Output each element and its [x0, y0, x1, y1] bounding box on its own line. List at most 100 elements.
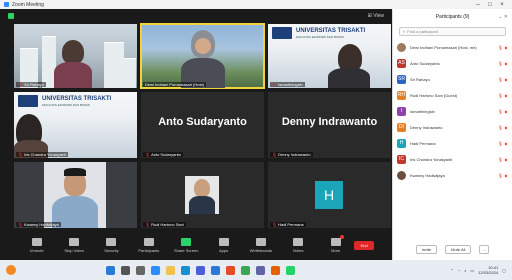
mail-icon[interactable] — [211, 265, 220, 275]
participant-list: Dewi Indriani Purnamasari (Host, me) 🎙 ▶ AS… — [393, 39, 512, 183]
participant-row[interactable]: AS Anto Sudaryanto 🎙 ▶ — [397, 55, 508, 71]
participant-row[interactable]: IC Iris Chandra Yonasyanti 🎙 ▶ — [397, 151, 508, 167]
video-tile[interactable]: 🎙Sri Rahayu — [14, 24, 137, 88]
explorer-icon[interactable] — [166, 265, 175, 275]
chrome-icon[interactable] — [241, 265, 250, 275]
participant-name-tag: 🎙Iris Chandra Yonasyanti — [16, 152, 69, 157]
video-tile[interactable]: 🎙Rudi Hartono Sani — [141, 162, 264, 228]
muted-mic-icon: 🎙 — [497, 156, 503, 162]
video-tile-name-only[interactable]: Anto Sudaryanto 🎙Anto Sudaryanto — [141, 92, 264, 158]
apps-button[interactable]: Apps — [205, 238, 242, 253]
minimize-button[interactable]: – — [472, 2, 484, 8]
mute-all-button[interactable]: Mute All — [445, 245, 472, 254]
participant-display-name: Anto Sudaryanto — [158, 116, 247, 128]
notes-icon — [293, 238, 304, 246]
wifi-icon[interactable]: ◔ — [458, 268, 460, 273]
whiteboards-button[interactable]: Whiteboards — [242, 238, 279, 253]
search-icon[interactable] — [121, 265, 130, 275]
encryption-shield-icon[interactable] — [8, 13, 14, 19]
windows-taskbar: ⌃ ◔ ◖ ▭ 10:41 12/03/2024 ▢ — [0, 260, 512, 280]
store-icon[interactable] — [196, 265, 205, 275]
zoom-app-icon — [4, 2, 9, 7]
participant-row[interactable]: H Hadi Permana 🎙 ▶ — [397, 135, 508, 151]
view-button[interactable]: ⊞ View — [368, 13, 384, 19]
video-off-icon: ▶ — [504, 92, 508, 98]
notification-icon[interactable]: ▢ — [502, 268, 506, 273]
firefox-icon[interactable] — [271, 265, 280, 275]
avatar: RH — [397, 90, 406, 100]
video-off-icon: ▶ — [504, 60, 508, 66]
video-tile-active-speaker[interactable]: Dewi Indriani Purnamasari (Host) — [140, 23, 265, 89]
shield-icon — [106, 238, 117, 246]
stop-video-button[interactable]: Stop Video — [55, 238, 92, 253]
video-off-icon: ▶ — [504, 172, 508, 178]
invite-button[interactable]: Invite — [415, 245, 438, 254]
participant-row[interactable]: Dewi Indriani Purnamasari (Host, me) 🎙 ▶ — [397, 39, 508, 55]
unmute-button[interactable]: Unmute — [18, 238, 55, 253]
whatsapp-icon[interactable] — [286, 265, 295, 275]
video-tile[interactable]: UNIVERSITAS TRISAKTI FAKULTAS EKONOMI DA… — [14, 92, 137, 158]
video-tile[interactable]: UNIVERSITAS TRISAKTI FAKULTAS EKONOMI DA… — [268, 24, 391, 88]
battery-icon[interactable]: ▭ — [470, 268, 474, 273]
muted-mic-icon: 🎙 — [497, 172, 503, 178]
participant-name-tag: Dewi Indriani Purnamasari (Host) — [143, 82, 206, 87]
avatar: SR — [397, 74, 406, 84]
participant-search-input[interactable]: ⌕ Find a participant — [399, 27, 506, 36]
video-tile-name-only[interactable]: Denny Indrawanto 🎙Denny Indrawanto — [268, 92, 391, 158]
participant-name: Ismartiningsih — [410, 108, 435, 114]
start-icon[interactable] — [106, 265, 115, 275]
participant-row[interactable]: SR Sri Rahayu 🎙 ▶ — [397, 71, 508, 87]
participant-name-tag: 🎙Sri Rahayu — [16, 82, 46, 87]
more-button[interactable]: More — [317, 235, 354, 253]
participant-row[interactable]: RH Rudi Hartono Sani (Guest) 🎙 ▶ — [397, 87, 508, 103]
whiteboard-icon — [255, 238, 266, 246]
system-tray: ⌃ ◔ ◖ ▭ 10:41 12/03/2024 ▢ — [450, 265, 506, 275]
participant-row[interactable]: I Ismartiningsih 🎙 ▶ — [397, 103, 508, 119]
muted-mic-icon: 🎙 — [497, 76, 503, 82]
video-tile[interactable]: 🎙Kwanny Hadiwijaya — [14, 162, 137, 228]
meeting-topbar: ⊞ View — [0, 9, 392, 23]
security-button[interactable]: Security — [93, 238, 130, 253]
video-tile-avatar[interactable]: H 🎙Hadi Permana — [268, 162, 391, 228]
clock[interactable]: 10:41 12/03/2024 — [478, 265, 498, 275]
avatar: H — [315, 181, 343, 209]
share-screen-button[interactable]: Share Screen — [168, 238, 205, 253]
video-camera-icon — [69, 238, 80, 246]
window-title: Zoom Meeting — [12, 1, 44, 8]
participant-name: Sri Rahayu — [410, 76, 430, 82]
participants-button[interactable]: Participants — [130, 238, 167, 253]
edge-icon[interactable] — [181, 265, 190, 275]
participant-name-tag: 🎙Rudi Hartono Sani — [143, 222, 186, 227]
participant-name: Iris Chandra Yonasyanti — [410, 156, 453, 162]
tray-chevron-icon[interactable]: ⌃ — [450, 268, 453, 273]
end-meeting-button[interactable]: End — [354, 241, 375, 250]
office-icon[interactable] — [226, 265, 235, 275]
muted-mic-icon: 🎙 — [497, 124, 503, 130]
zoom-icon[interactable] — [151, 265, 160, 275]
muted-mic-icon: 🎙 — [497, 108, 503, 114]
share-screen-icon — [181, 238, 192, 246]
close-button[interactable]: × — [496, 2, 508, 8]
avatar: IC — [397, 154, 406, 164]
participant-name-tag: 🎙Ismartiningsih — [270, 82, 305, 87]
participant-name: Anto Sudaryanto — [410, 60, 440, 66]
more-options-button[interactable]: ... — [479, 245, 490, 254]
participants-panel: Participants (9) ⌄ ✕ ⌕ Find a participan… — [392, 9, 512, 260]
volume-icon[interactable]: ◖ — [464, 268, 466, 273]
maximize-button[interactable]: □ — [484, 2, 496, 8]
participant-name-tag: 🎙Kwanny Hadiwijaya — [16, 222, 61, 227]
notes-button[interactable]: Notes — [280, 238, 317, 253]
video-off-icon: ▶ — [504, 156, 508, 162]
panel-options-icon[interactable]: ⌄ ✕ — [498, 14, 508, 20]
university-logo — [18, 95, 38, 107]
avatar — [397, 42, 406, 52]
participants-panel-header: Participants (9) ⌄ ✕ — [393, 9, 512, 25]
avatar: AS — [397, 58, 406, 68]
participant-row[interactable]: DI Denny Indrawanto 🎙 ▶ — [397, 119, 508, 135]
teams-icon[interactable] — [256, 265, 265, 275]
microphone-icon — [31, 238, 42, 246]
task-view-icon[interactable] — [136, 265, 145, 275]
video-off-icon: ▶ — [504, 108, 508, 114]
participant-row[interactable]: Kwanny Hadiwijaya 🎙 ▶ — [397, 167, 508, 183]
weather-icon[interactable] — [6, 265, 16, 275]
